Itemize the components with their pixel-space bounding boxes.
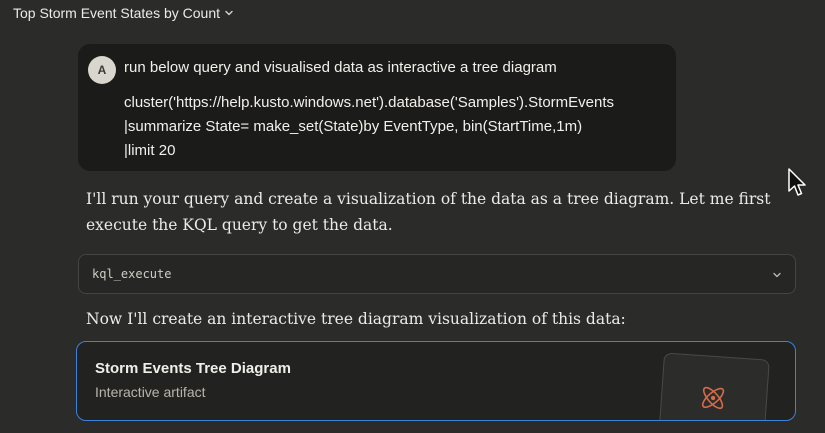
conversation-title: Top Storm Event States by Count [13,5,220,21]
artifact-thumbnail [658,352,770,420]
query-line: |limit 20 [124,142,176,159]
assistant-intro-text: I'll run your query and create a visuali… [86,190,771,234]
atom-icon [701,386,725,410]
mouse-cursor-icon [788,168,806,196]
artifact-subtitle: Interactive artifact [95,384,206,400]
tool-call-name: kql_execute [92,267,172,281]
assistant-follow-up-text: Now I'll create an interactive tree diag… [86,310,626,328]
user-prompt-text: run below query and visualised data as i… [124,59,557,76]
conversation-title-dropdown[interactable]: Top Storm Event States by Count [13,4,234,22]
query-line: |summarize State= make_set(State)by Even… [124,118,583,135]
artifact-card[interactable]: Storm Events Tree Diagram Interactive ar… [76,341,796,421]
chevron-down-icon [225,10,233,16]
query-line: cluster('https://help.kusto.windows.net'… [124,94,615,111]
chevron-down-icon [773,272,781,278]
user-query-text: cluster('https://help.kusto.windows.net'… [124,91,614,163]
user-avatar: A [88,56,116,84]
user-message: A run below query and visualised data as… [78,44,676,171]
tool-call-kql-execute[interactable]: kql_execute [78,254,796,294]
artifact-title: Storm Events Tree Diagram [95,360,291,377]
